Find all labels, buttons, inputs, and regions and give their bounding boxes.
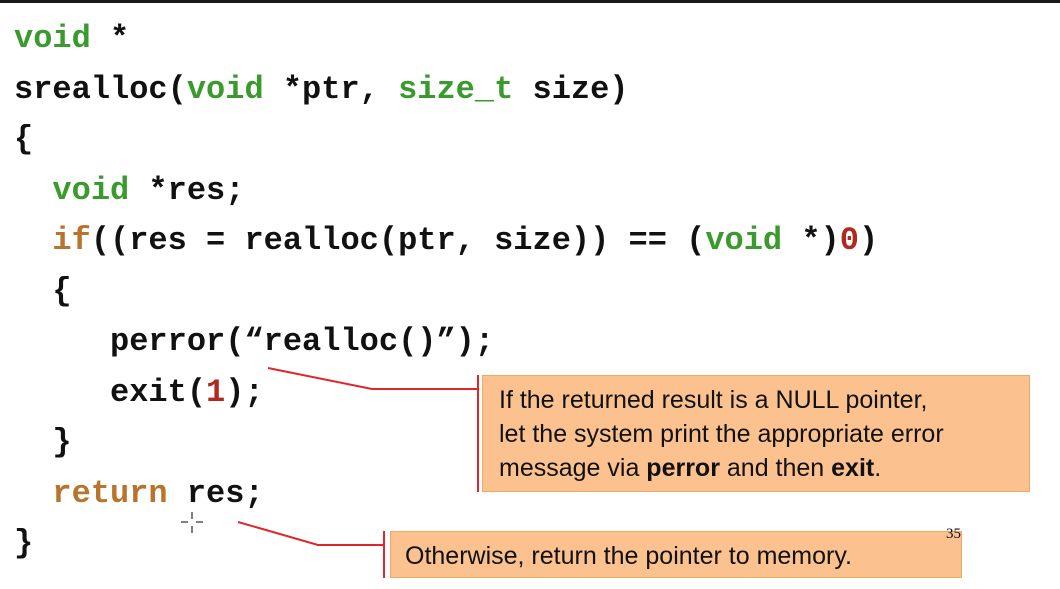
annotation-overlay xyxy=(181,367,479,578)
connector-return xyxy=(237,521,385,578)
crosshair-cursor-icon xyxy=(181,512,203,533)
connector-null-check xyxy=(267,367,479,492)
